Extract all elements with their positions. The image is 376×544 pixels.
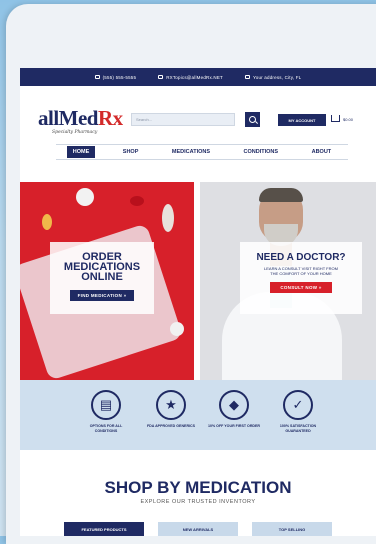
feature-item: ★ FDA APPROVED GENERICS <box>143 390 199 429</box>
pill-image <box>76 188 94 206</box>
order-medications-title: ORDER MEDICATIONS ONLINE <box>63 251 141 283</box>
search-input[interactable]: Search... <box>131 113 235 126</box>
pill-image <box>42 214 52 230</box>
site-header: allMedRx Specialty Pharmacy Search... MY… <box>20 86 376 135</box>
nav-about[interactable]: ABOUT <box>306 146 338 158</box>
address-text: Your address, City, FL <box>252 74 302 80</box>
feature-label: FDA APPROVED GENERICS <box>146 424 196 428</box>
feature-label: 10% OFF YOUR FIRST ORDER <box>207 424 261 428</box>
cart-total: $0.00 <box>343 117 354 122</box>
website-screen: (555) 555-5555 RXTopics@allMedRx.NET You… <box>20 68 376 536</box>
order-medications-card: ORDER MEDICATIONS ONLINE FIND MEDICATION… <box>50 242 154 314</box>
my-account-button[interactable]: MY ACCOUNT <box>278 114 326 126</box>
star-icon: ★ <box>156 390 186 420</box>
site-logo[interactable]: allMedRx Specialty Pharmacy <box>38 106 123 135</box>
tab-new-arrivals[interactable]: NEW ARRIVALS <box>158 522 238 536</box>
consult-now-button[interactable]: CONSULT NOW » <box>270 282 332 293</box>
phone-icon <box>94 75 100 79</box>
tab-featured-products[interactable]: FEATURED PRODUCTS <box>64 522 144 536</box>
tab-top-selling[interactable]: TOP SELLING <box>252 522 332 536</box>
feature-item: ✓ 100% SATISFACTION GUARANTEED <box>270 390 326 433</box>
logo-name: allMed <box>38 106 99 130</box>
nav-conditions[interactable]: CONDITIONS <box>238 146 285 158</box>
hero-medications-banner: ORDER MEDICATIONS ONLINE FIND MEDICATION… <box>20 182 194 380</box>
cart-icon[interactable] <box>331 115 340 122</box>
check-icon: ✓ <box>283 390 313 420</box>
main-nav: HOME SHOP MEDICATIONS CONDITIONS ABOUT <box>56 144 348 160</box>
need-doctor-title: NEED A DOCTOR? <box>256 252 346 263</box>
feature-item: ▤ OPTIONS FOR ALL CONDITIONS <box>78 390 134 433</box>
email-text: RXTopics@allMedRx.NET <box>166 74 223 80</box>
pill-image <box>130 196 144 206</box>
nav-shop[interactable]: SHOP <box>117 146 145 158</box>
feature-item: ◆ 10% OFF YOUR FIRST ORDER <box>206 390 262 429</box>
need-doctor-card: NEED A DOCTOR? LEARN A CONSULT VISIT RIG… <box>240 242 362 314</box>
doctor-hair-image <box>259 188 303 202</box>
search-icon <box>249 116 256 123</box>
logo-accent: Rx <box>98 106 123 130</box>
mail-icon <box>158 75 164 79</box>
tag-icon: ◆ <box>219 390 249 420</box>
pill-image <box>162 204 174 232</box>
feature-label: OPTIONS FOR ALL CONDITIONS <box>89 424 123 433</box>
nav-home[interactable]: HOME <box>66 146 96 158</box>
shop-by-medication-heading: SHOP BY MEDICATION <box>104 478 292 497</box>
features-bar: ▤ OPTIONS FOR ALL CONDITIONS ★ FDA APPRO… <box>20 380 376 450</box>
phone-contact[interactable]: (555) 555-5555 <box>94 74 137 80</box>
nav-medications[interactable]: MEDICATIONS <box>166 146 216 158</box>
logo-tagline: Specialty Pharmacy <box>52 130 98 135</box>
find-medication-button[interactable]: FIND MEDICATION » <box>69 290 135 301</box>
contact-topbar: (555) 555-5555 RXTopics@allMedRx.NET You… <box>20 68 376 86</box>
feature-label: 100% SATISFACTION GUARANTEED <box>279 424 317 433</box>
hero-doctor-banner: NEED A DOCTOR? LEARN A CONSULT VISIT RIG… <box>200 182 376 380</box>
location-icon <box>244 75 250 79</box>
search-button[interactable] <box>245 112 260 127</box>
address-contact: Your address, City, FL <box>244 74 302 80</box>
pill-image <box>170 322 184 336</box>
phone-text: (555) 555-5555 <box>102 74 137 80</box>
clipboard-icon: ▤ <box>91 390 121 420</box>
need-doctor-subtitle: LEARN A CONSULT VISIT RIGHT FROM THE COM… <box>264 266 338 276</box>
shop-subtitle: EXPLORE OUR TRUSTED INVENTORY <box>140 499 256 505</box>
email-contact[interactable]: RXTopics@allMedRx.NET <box>158 75 223 80</box>
